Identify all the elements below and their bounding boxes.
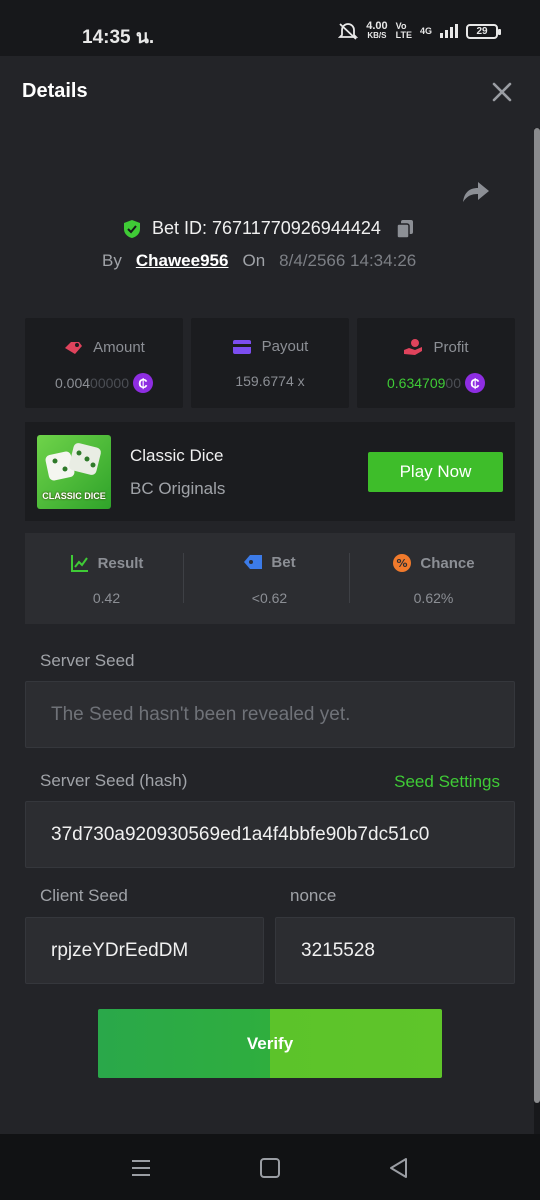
profit-value-dim: 00 — [445, 375, 461, 391]
bet-tag-icon — [244, 555, 263, 569]
coin-icon: ₵ — [132, 373, 153, 393]
result-label: Result — [97, 554, 144, 572]
bet-date: 8/4/2566 14:34:26 — [279, 251, 417, 270]
copy-icon[interactable] — [395, 219, 415, 239]
signal-icon — [440, 24, 458, 38]
wallet-icon — [232, 339, 251, 354]
status-icons: 4.00 KB/S Vo LTE 4G 29 — [338, 20, 501, 41]
result-column: Result 0.42 — [25, 533, 188, 624]
coin-icon: ₵ — [464, 373, 485, 393]
game-card: CLASSIC DICE Classic Dice BC Originals P… — [25, 422, 515, 521]
system-nav-bar — [0, 1134, 540, 1200]
server-seed-hash-label: Server Seed (hash) — [40, 771, 188, 790]
bet-id-row: Bet ID: 76711770926944424 — [122, 218, 415, 239]
chance-label: Chance — [420, 554, 475, 572]
volte-bottom: LTE — [395, 30, 412, 40]
page-title: Details — [22, 80, 88, 102]
on-label: On — [242, 251, 266, 270]
profit-value: 0.634709 — [387, 375, 446, 391]
game-thumbnail-label: CLASSIC DICE — [42, 491, 106, 501]
details-header: Details — [0, 56, 540, 128]
close-icon[interactable] — [488, 78, 516, 106]
server-seed-label: Server Seed — [40, 651, 135, 670]
status-bar: 14:35 น. 4.00 KB/S Vo LTE 4G 29 — [0, 0, 540, 56]
game-name: Classic Dice — [130, 446, 224, 465]
payout-card: Payout 159.6774 x — [191, 318, 349, 408]
client-seed-field[interactable]: rpjzeYDrEedDM — [25, 917, 264, 984]
bet-id: Bet ID: 76711770926944424 — [152, 218, 381, 238]
bet-label: Bet — [271, 553, 296, 571]
volte-indicator: Vo LTE — [396, 22, 412, 40]
by-label: By — [102, 251, 122, 270]
verify-button[interactable]: Verify — [98, 1009, 442, 1078]
game-thumbnail[interactable]: CLASSIC DICE — [37, 435, 111, 509]
server-seed-hash-field[interactable]: 37d730a920930569ed1a4f4bbfe90b7dc51c0 — [25, 801, 515, 868]
svg-text:%: % — [397, 557, 408, 570]
chance-value: 0.62% — [413, 590, 454, 606]
result-chart-icon — [70, 555, 88, 572]
bet-author-row: By Chawee956 On 8/4/2566 14:34:26 — [102, 251, 416, 271]
home-icon[interactable] — [258, 1156, 282, 1180]
percent-icon: % — [393, 554, 412, 572]
payout-label: Payout — [261, 338, 309, 355]
bet-column: Bet <0.62 — [188, 533, 351, 624]
client-seed-label: Client Seed — [40, 886, 128, 905]
amount-icon — [65, 342, 83, 354]
network-speed: 4.00 KB/S — [366, 20, 388, 41]
result-value: 0.42 — [92, 590, 121, 606]
amount-label: Amount — [93, 338, 145, 356]
network-type: 4G — [419, 26, 432, 36]
network-speed-value: 4.00 — [366, 20, 388, 32]
divider — [183, 553, 184, 603]
divider — [349, 553, 350, 603]
network-speed-unit: KB/S — [367, 31, 387, 40]
payout-value: 159.6774 x — [235, 373, 305, 389]
server-seed-field: The Seed hasn't been revealed yet. — [25, 681, 515, 748]
profit-hand-icon — [404, 339, 423, 355]
bet-value: <0.62 — [251, 590, 288, 606]
amount-card: Amount 0.00400000 ₵ — [25, 318, 183, 408]
profit-label: Profit — [433, 338, 469, 356]
play-now-button[interactable]: Play Now — [368, 452, 503, 492]
seed-settings-link[interactable]: Seed Settings — [394, 772, 500, 792]
scrollbar[interactable] — [534, 128, 540, 1103]
nonce-field[interactable]: 3215528 — [275, 917, 515, 984]
bet-user-link[interactable]: Chawee956 — [136, 251, 229, 271]
amount-value-dim: 00000 — [90, 375, 129, 391]
battery-icon: 29 — [466, 23, 501, 39]
battery-level: 29 — [476, 25, 488, 37]
nonce-label: nonce — [290, 886, 337, 905]
mute-icon — [338, 23, 359, 40]
profit-card: Profit 0.63470900 ₵ — [357, 318, 515, 408]
verified-shield-icon — [124, 219, 140, 238]
share-icon[interactable] — [462, 180, 490, 204]
recent-apps-icon[interactable] — [129, 1156, 153, 1180]
game-provider: BC Originals — [130, 479, 226, 498]
back-icon[interactable] — [387, 1156, 411, 1180]
chance-column: % Chance 0.62% — [352, 533, 515, 624]
status-time: 14:35 น. — [82, 27, 155, 48]
amount-value: 0.004 — [55, 375, 91, 391]
result-card: Result 0.42 Bet <0.62 % Chance 0.62% — [25, 533, 515, 624]
